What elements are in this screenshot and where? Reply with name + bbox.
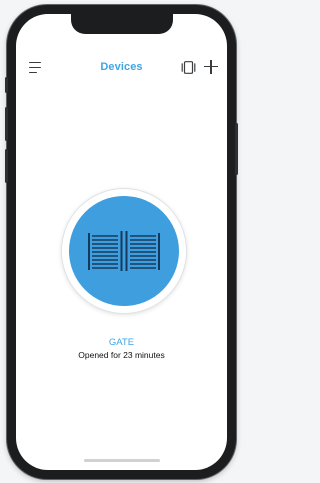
home-indicator xyxy=(84,459,160,462)
gate-device-button[interactable] xyxy=(61,188,187,314)
phone-notch xyxy=(71,14,173,34)
power-button xyxy=(235,123,238,175)
mute-switch xyxy=(5,77,8,93)
volume-down-button xyxy=(5,149,8,183)
device-name-label: GATE xyxy=(108,337,135,348)
tablet-view-icon[interactable] xyxy=(181,61,196,74)
add-device-icon[interactable] xyxy=(204,60,218,74)
device-circle xyxy=(69,196,179,306)
phone-frame: Devices GATE Opened for 23 minutes xyxy=(5,5,238,479)
volume-up-button xyxy=(5,107,8,141)
app-header: Devices xyxy=(16,58,227,80)
device-status-text: Opened for 23 minutes xyxy=(78,350,165,360)
gate-icon xyxy=(88,231,160,271)
app-screen: Devices GATE Opened for 23 minutes xyxy=(16,14,227,470)
